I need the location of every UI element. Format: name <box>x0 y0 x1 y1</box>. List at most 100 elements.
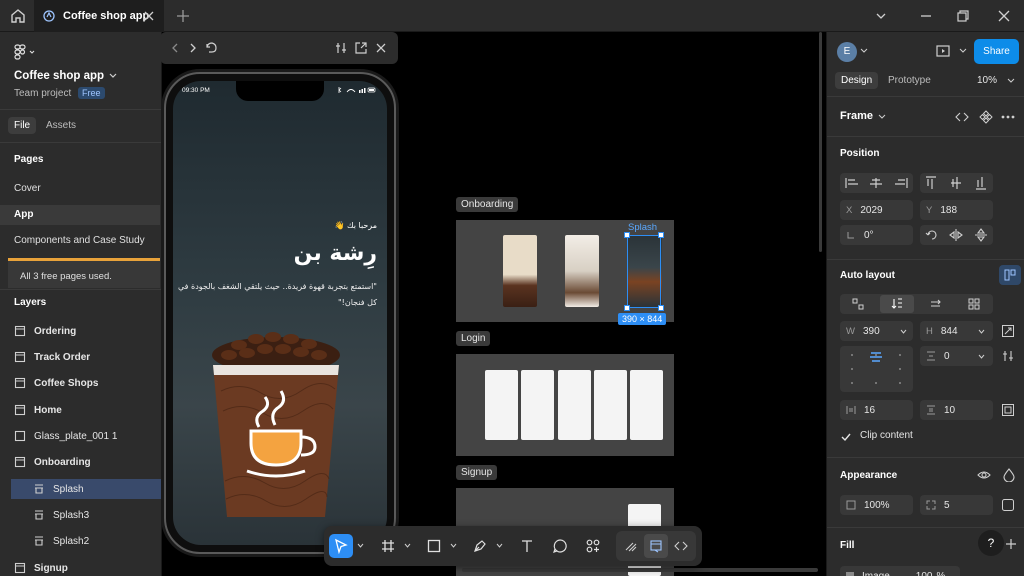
frame-tool[interactable] <box>376 534 400 558</box>
forward-icon[interactable] <box>186 41 200 55</box>
align-middle-icon[interactable] <box>950 176 962 190</box>
frame-label-login[interactable]: Login <box>456 331 491 346</box>
align-bottom-icon[interactable] <box>975 176 987 190</box>
blend-mode-drop-icon[interactable] <box>1003 468 1015 482</box>
avatar[interactable]: E <box>837 42 857 62</box>
chevron-down-icon[interactable] <box>978 354 985 359</box>
resize-to-fit-icon[interactable] <box>1001 324 1015 338</box>
opacity-field[interactable]: 100% <box>840 495 913 515</box>
frame-label-signup[interactable]: Signup <box>456 465 498 480</box>
rotate-icon[interactable] <box>925 228 939 242</box>
layout-horizontal-icon[interactable] <box>930 298 942 310</box>
open-external-icon[interactable] <box>354 41 368 55</box>
new-tab-icon[interactable] <box>175 8 191 24</box>
close-preview-icon[interactable] <box>374 41 388 55</box>
flip-horizontal-icon[interactable] <box>949 228 963 242</box>
present-icon[interactable] <box>935 43 951 59</box>
auto-layout-toggle[interactable] <box>999 265 1021 285</box>
login-frame[interactable] <box>456 354 674 456</box>
selection-box[interactable] <box>627 235 661 308</box>
x-field[interactable]: X 2029 <box>840 200 913 220</box>
layer-signup[interactable]: Signup <box>0 558 160 576</box>
page-item-cover[interactable]: Cover <box>0 179 160 199</box>
move-tool[interactable] <box>329 534 353 558</box>
page-item-app[interactable]: App <box>0 205 160 225</box>
advanced-layout-icon[interactable] <box>1001 349 1015 363</box>
draw-mode[interactable] <box>619 534 643 558</box>
vertical-padding-field[interactable]: 10 <box>920 400 993 420</box>
resize-handle[interactable] <box>658 232 664 238</box>
alignment-grid[interactable] <box>840 346 913 392</box>
resize-handle[interactable] <box>624 305 630 311</box>
chevron-down-icon[interactable] <box>450 543 457 549</box>
pen-tool[interactable] <box>468 534 492 558</box>
layer-splash[interactable]: Splash <box>11 479 161 499</box>
help-button[interactable]: ? <box>978 530 1004 556</box>
minimize-icon[interactable] <box>918 8 934 24</box>
rotation-field[interactable]: 0° <box>840 225 913 245</box>
flip-vertical-icon[interactable] <box>974 228 988 242</box>
layer-onboarding[interactable]: Onboarding <box>0 452 160 472</box>
resize-handle[interactable] <box>658 305 664 311</box>
clip-content-label[interactable]: Clip content <box>860 430 913 441</box>
back-icon[interactable] <box>168 41 182 55</box>
design-mode[interactable] <box>644 534 668 558</box>
restore-icon[interactable] <box>955 8 971 24</box>
layer-splash3[interactable]: Splash3 <box>0 505 160 525</box>
horizontal-padding-field[interactable]: 16 <box>840 400 913 420</box>
align-left-icon[interactable] <box>845 177 859 189</box>
more-icon[interactable] <box>1001 114 1015 120</box>
zoom-level[interactable]: 10% <box>977 75 997 86</box>
page-item-components[interactable]: Components and Case Study <box>0 231 160 251</box>
comment-tool[interactable] <box>548 534 572 558</box>
home-icon[interactable] <box>8 6 28 26</box>
corner-radius-field[interactable]: 5 <box>920 495 993 515</box>
tab-assets[interactable]: Assets <box>46 120 76 131</box>
figma-menu-icon[interactable] <box>14 44 38 60</box>
share-button[interactable]: Share <box>974 39 1019 64</box>
layer-home[interactable]: Home <box>0 400 160 420</box>
text-tool[interactable] <box>515 534 539 558</box>
clip-content-checkbox[interactable] <box>840 431 852 443</box>
layer-coffee-shops[interactable]: Coffee Shops <box>0 373 160 393</box>
resize-handle[interactable] <box>624 232 630 238</box>
chevron-down-icon[interactable] <box>108 70 118 80</box>
project-name[interactable]: Coffee shop app <box>14 70 104 82</box>
align-center-h-icon[interactable] <box>869 177 883 189</box>
align-top-icon[interactable] <box>925 176 937 190</box>
chevron-down-icon[interactable] <box>357 543 364 549</box>
fill-row[interactable]: Image 100 % <box>840 566 960 576</box>
layout-free-icon[interactable] <box>852 298 864 310</box>
tab-prototype[interactable]: Prototype <box>888 75 931 86</box>
layout-grid-icon[interactable] <box>968 298 980 310</box>
frame-label-onboarding[interactable]: Onboarding <box>456 197 519 212</box>
visibility-eye-icon[interactable] <box>977 468 991 482</box>
individual-padding-icon[interactable] <box>1001 403 1015 417</box>
layer-ordering[interactable]: Ordering <box>0 321 160 341</box>
settings-sliders-icon[interactable] <box>334 41 348 55</box>
horizontal-scrollbar[interactable] <box>462 568 818 572</box>
chevron-down-icon[interactable] <box>404 543 411 549</box>
layer-track-order[interactable]: Track Order <box>0 347 160 367</box>
rectangle-tool[interactable] <box>422 534 446 558</box>
individual-corners-icon[interactable] <box>1001 498 1015 512</box>
dev-mode[interactable] <box>669 534 693 558</box>
canvas[interactable]: 09:30 PM مرحبا بك 👋 رِشة بن "استمتع بتجر… <box>160 32 826 576</box>
chevron-down-icon[interactable] <box>959 48 967 54</box>
chevron-down-icon[interactable] <box>496 543 503 549</box>
component-icon[interactable] <box>979 110 993 124</box>
team-label[interactable]: Team project <box>14 88 71 99</box>
chevron-down-icon[interactable] <box>860 48 868 54</box>
vertical-scrollbar[interactable] <box>819 32 822 252</box>
file-tab[interactable]: Coffee shop app <box>34 0 164 32</box>
chevron-down-icon[interactable] <box>873 8 889 24</box>
chevron-down-icon[interactable] <box>900 329 907 334</box>
chevron-down-icon[interactable] <box>1007 78 1015 84</box>
layout-vertical-active[interactable] <box>880 295 914 313</box>
align-right-icon[interactable] <box>894 177 908 189</box>
layer-splash2[interactable]: Splash2 <box>0 531 160 551</box>
chevron-down-icon[interactable] <box>878 114 886 120</box>
frame-type-label[interactable]: Frame <box>840 110 873 122</box>
layer-glass-plate[interactable]: Glass_plate_001 1 <box>0 426 160 446</box>
restart-icon[interactable] <box>204 41 218 55</box>
